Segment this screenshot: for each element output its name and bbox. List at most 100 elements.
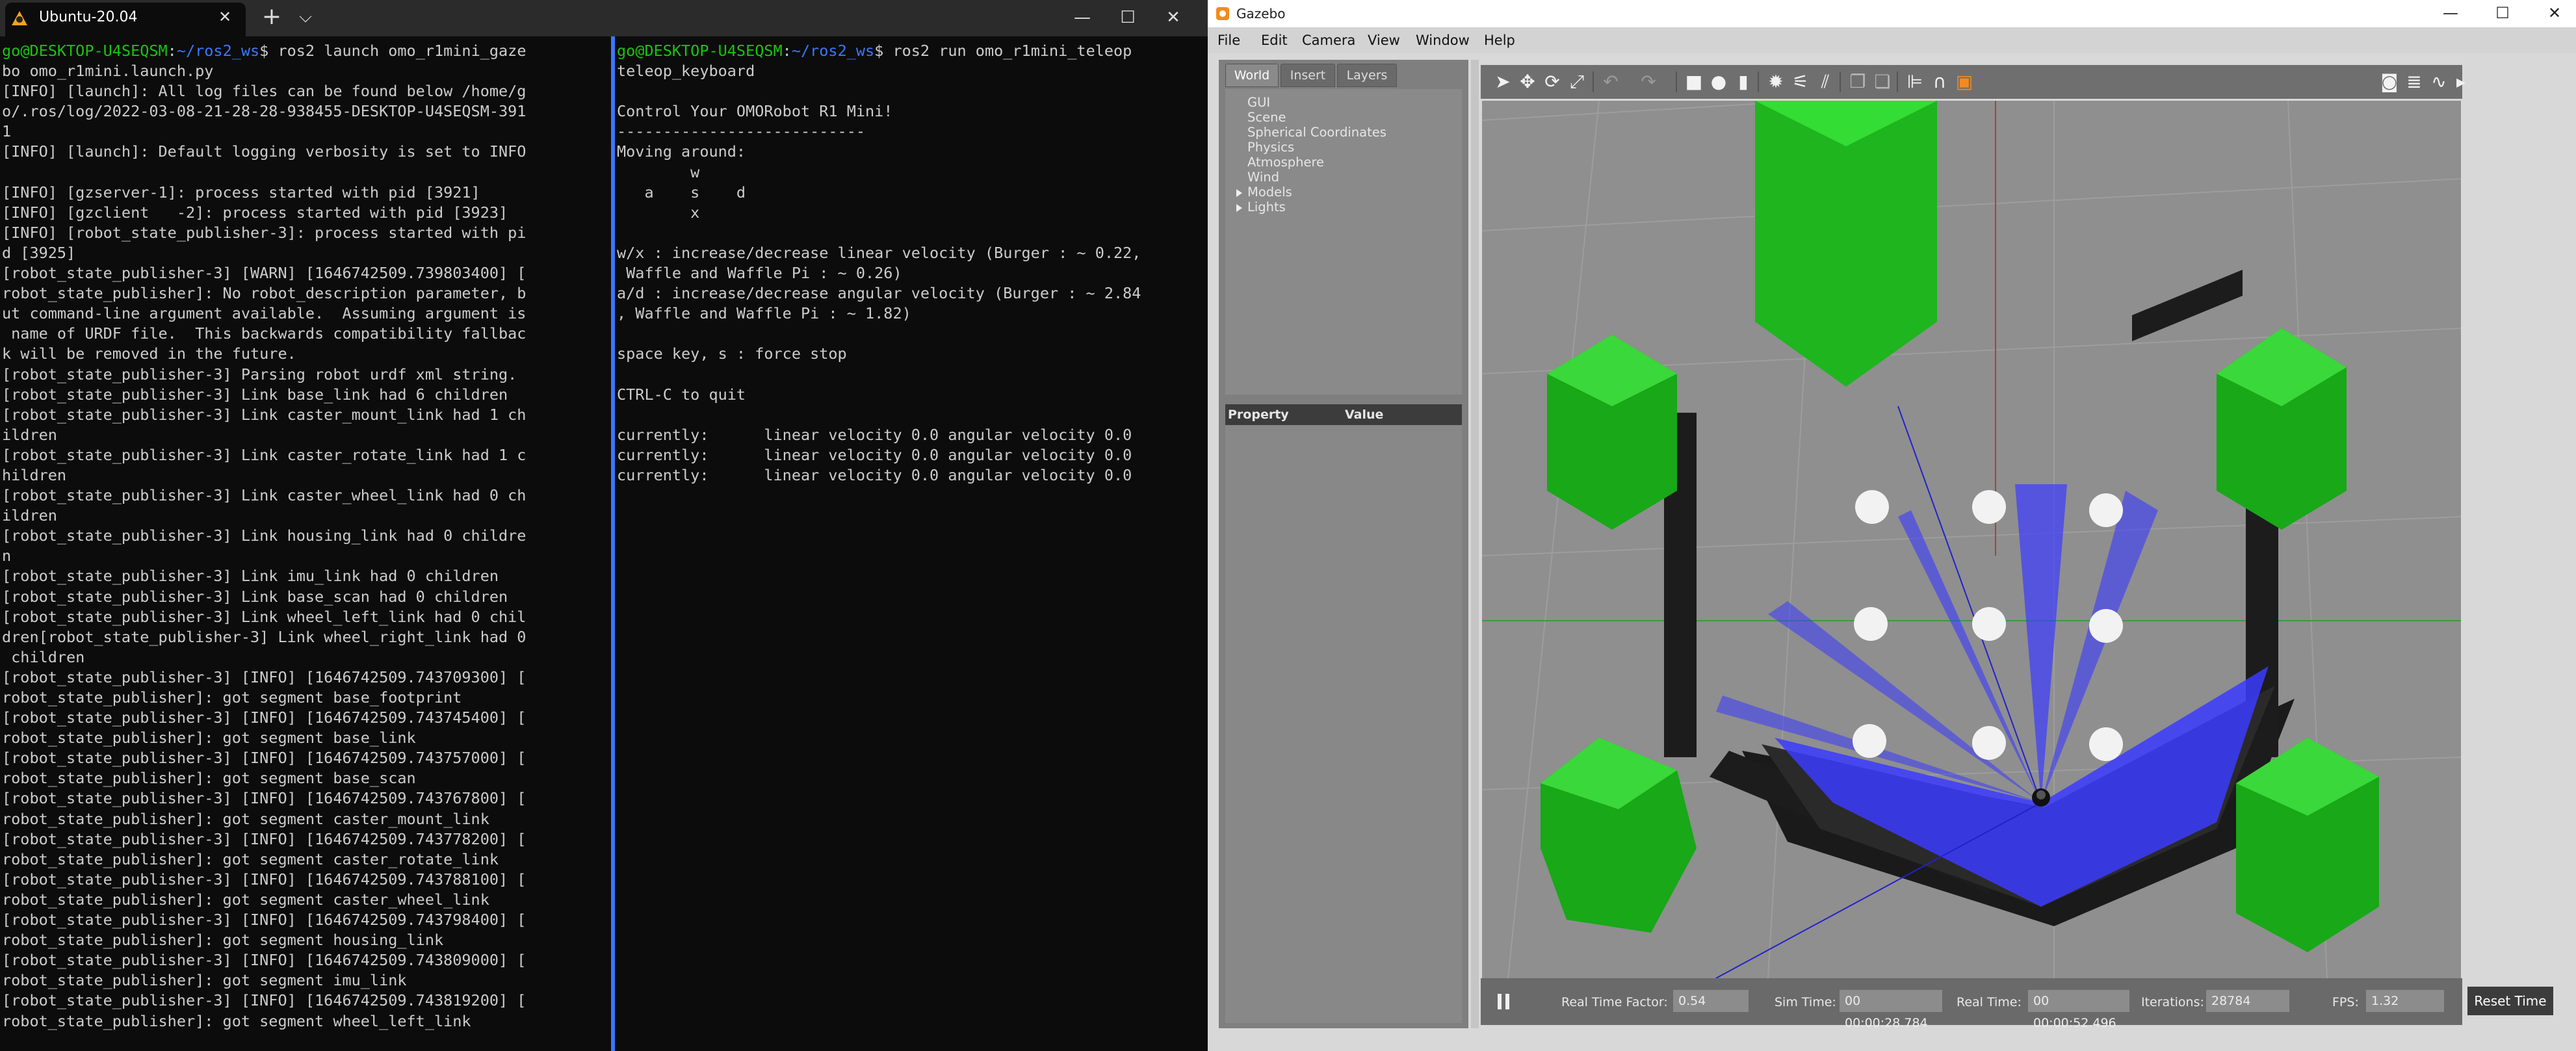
terminal-line: robot_state_publisher]: got segment whee… — [2, 1011, 471, 1030]
panel-splitter[interactable] — [1471, 60, 1479, 1028]
tree-item-atmosphere[interactable]: Atmosphere — [1247, 155, 1324, 170]
terminal-line: [robot_state_publisher-3] Link caster_wh… — [2, 486, 527, 505]
terminal-line: [robot_state_publisher-3] [INFO] [164674… — [2, 829, 527, 848]
tree-item-scene[interactable]: Scene — [1247, 110, 1286, 125]
tab-layers[interactable]: Layers — [1337, 64, 1397, 87]
terminal-pane-right[interactable]: go@DESKTOP-U4SEQSM:~/ros2_ws$ ros2 run o… — [615, 36, 1208, 1051]
directional-light-icon[interactable]: ⫽ — [1814, 70, 1837, 94]
rotate-icon[interactable]: ⟳ — [1541, 70, 1564, 94]
terminal-line: w/x : increase/decrease linear velocity … — [617, 243, 1141, 262]
log-icon[interactable]: ≣ — [2402, 70, 2426, 94]
terminal-line: [robot_state_publisher-3] [INFO] [164674… — [2, 911, 527, 929]
value-column-header: Value — [1345, 408, 1384, 422]
terminal-pane-left[interactable]: go@DESKTOP-U4SEQSM:~/ros2_ws$ ros2 launc… — [0, 36, 611, 1051]
fps-label: FPS: — [2332, 995, 2359, 1009]
real-time-label: Real Time: — [1957, 995, 2022, 1009]
terminal-line: robot_state_publisher]: got segment base… — [2, 769, 416, 788]
iterations-label: Iterations: — [2141, 995, 2204, 1009]
terminal-log-lines: teleop_keyboard Control Your OMORobot R1… — [617, 62, 1141, 484]
terminal-line: , Waffle and Waffle Pi : ~ 1.82) — [617, 304, 911, 323]
terminal-line: teleop_keyboard — [617, 62, 755, 81]
point-light-icon[interactable]: ✹ — [1764, 70, 1788, 94]
plot-icon[interactable]: ∿ — [2427, 70, 2451, 94]
toolbar-separator — [1897, 71, 1898, 92]
record-icon[interactable]: ▸ — [2449, 70, 2473, 94]
tree-item-spherical-coordinates[interactable]: Spherical Coordinates — [1247, 125, 1386, 140]
gazebo-title-bar — [1208, 0, 2576, 27]
sim-time-label: Sim Time: — [1775, 995, 1836, 1009]
select-arrow-icon[interactable]: ➤ — [1491, 70, 1515, 94]
snap-icon[interactable]: ∩ — [1928, 70, 1951, 94]
screenshot-icon[interactable]: ◙ — [2378, 70, 2401, 94]
translate-icon[interactable]: ✥ — [1516, 70, 1539, 94]
menu-help[interactable]: Help — [1484, 31, 1515, 49]
terminal-output-right: go@DESKTOP-U4SEQSM:~/ros2_ws$ ros2 run o… — [615, 36, 1208, 486]
gazebo-minimize-button[interactable]: — — [2430, 0, 2471, 26]
terminal-line: [robot_state_publisher-3] Link caster_ro… — [2, 445, 527, 464]
prompt-path: ~/ros2_ws — [791, 42, 875, 60]
undo-icon[interactable]: ↶ — [1599, 70, 1622, 94]
expand-arrow-icon[interactable] — [1235, 188, 1243, 198]
menu-window[interactable]: Window — [1416, 31, 1470, 49]
terminal-line: [robot_state_publisher-3] Parsing robot … — [2, 365, 517, 383]
gazebo-window: Gazebo — ☐ ✕ File Edit Camera View Windo… — [1208, 0, 2576, 1051]
terminal-maximize-button[interactable]: ☐ — [1105, 3, 1151, 32]
pause-icon[interactable] — [1496, 993, 1511, 1011]
terminal-line: n — [2, 547, 12, 565]
terminal-line: robot_state_publisher]: got segment base… — [2, 688, 462, 707]
paste-icon[interactable]: ❏ — [1871, 70, 1894, 94]
scale-icon[interactable]: ⤢ — [1565, 70, 1589, 94]
terminal-line: o/.ros/log/2022-03-08-21-28-28-938455-DE… — [2, 102, 527, 121]
terminal-line: robot_state_publisher]: got segment base… — [2, 729, 416, 747]
terminal-line: 1 — [2, 122, 12, 141]
close-tab-icon[interactable]: ✕ — [218, 6, 231, 27]
terminal-line: a s d — [617, 183, 746, 201]
sphere-icon[interactable]: ● — [1707, 70, 1730, 94]
terminal-line: [robot_state_publisher-3] [WARN] [164674… — [2, 264, 527, 283]
terminal-log-lines: bo omo_r1mini.launch.py [INFO] [launch]:… — [2, 62, 526, 1030]
tab-insert[interactable]: Insert — [1281, 64, 1335, 87]
tree-item-wind[interactable]: Wind — [1247, 170, 1279, 185]
terminal-line: currently: linear velocity 0.0 angular v… — [617, 465, 1132, 484]
tree-item-gui[interactable]: GUI — [1247, 95, 1270, 110]
terminal-line: robot_state_publisher]: got segment cast… — [2, 850, 499, 868]
terminal-line: robot_state_publisher]: got segment imu_… — [2, 971, 407, 990]
tab-world[interactable]: World — [1225, 64, 1279, 87]
expand-arrow-icon[interactable] — [1235, 203, 1243, 213]
gazebo-close-button[interactable]: ✕ — [2534, 0, 2575, 26]
cylinder-icon[interactable]: ▮ — [1732, 70, 1755, 94]
tab-dropdown-button[interactable]: ⌵ — [296, 6, 315, 27]
tree-item-physics[interactable]: Physics — [1247, 140, 1294, 155]
tree-item-models[interactable]: Models — [1247, 185, 1292, 200]
align-icon[interactable]: ⊫ — [1903, 70, 1927, 94]
terminal-line: a/d : increase/decrease angular velocity… — [617, 284, 1141, 303]
menu-file[interactable]: File — [1217, 31, 1240, 49]
menu-edit[interactable]: Edit — [1261, 31, 1288, 49]
terminal-window: Ubuntu-20.04 ✕ + ⌵ — ☐ ✕ go@DESKTOP-U4SE… — [0, 0, 1208, 1051]
box-icon[interactable]: ■ — [1682, 70, 1706, 94]
copy-icon[interactable]: ❐ — [1846, 70, 1869, 94]
terminal-line: [INFO] [robot_state_publisher-3]: proces… — [2, 223, 527, 242]
property-table — [1225, 425, 1462, 1023]
terminal-line: d [3925] — [2, 243, 76, 262]
tree-item-lights[interactable]: Lights — [1247, 200, 1286, 215]
reset-time-button[interactable]: Reset Time — [2467, 987, 2553, 1015]
terminal-line: --------------------------- — [617, 122, 866, 141]
terminal-minimize-button[interactable]: — — [1060, 3, 1105, 32]
spot-light-icon[interactable]: ⚟ — [1789, 70, 1812, 94]
change-view-icon[interactable]: ▣ — [1953, 70, 1976, 94]
terminal-close-button[interactable]: ✕ — [1151, 3, 1196, 32]
fps-value: 1.32 — [2366, 990, 2444, 1012]
redo-icon[interactable]: ↷ — [1637, 70, 1660, 94]
menu-camera[interactable]: Camera — [1302, 31, 1355, 49]
terminal-line: Control Your OMORobot R1 Mini! — [617, 102, 893, 121]
gazebo-maximize-button[interactable]: ☐ — [2482, 0, 2523, 26]
property-column-header: Property — [1228, 408, 1289, 422]
scene-viewport[interactable] — [1482, 101, 2461, 978]
toolbar-separator — [1676, 71, 1677, 92]
terminal-line: currently: linear velocity 0.0 angular v… — [617, 425, 1132, 444]
terminal-line: [robot_state_publisher-3] [INFO] [164674… — [2, 951, 527, 970]
new-tab-button[interactable]: + — [259, 4, 285, 30]
terminal-line: [robot_state_publisher-3] [INFO] [164674… — [2, 668, 527, 686]
menu-view[interactable]: View — [1368, 31, 1400, 49]
